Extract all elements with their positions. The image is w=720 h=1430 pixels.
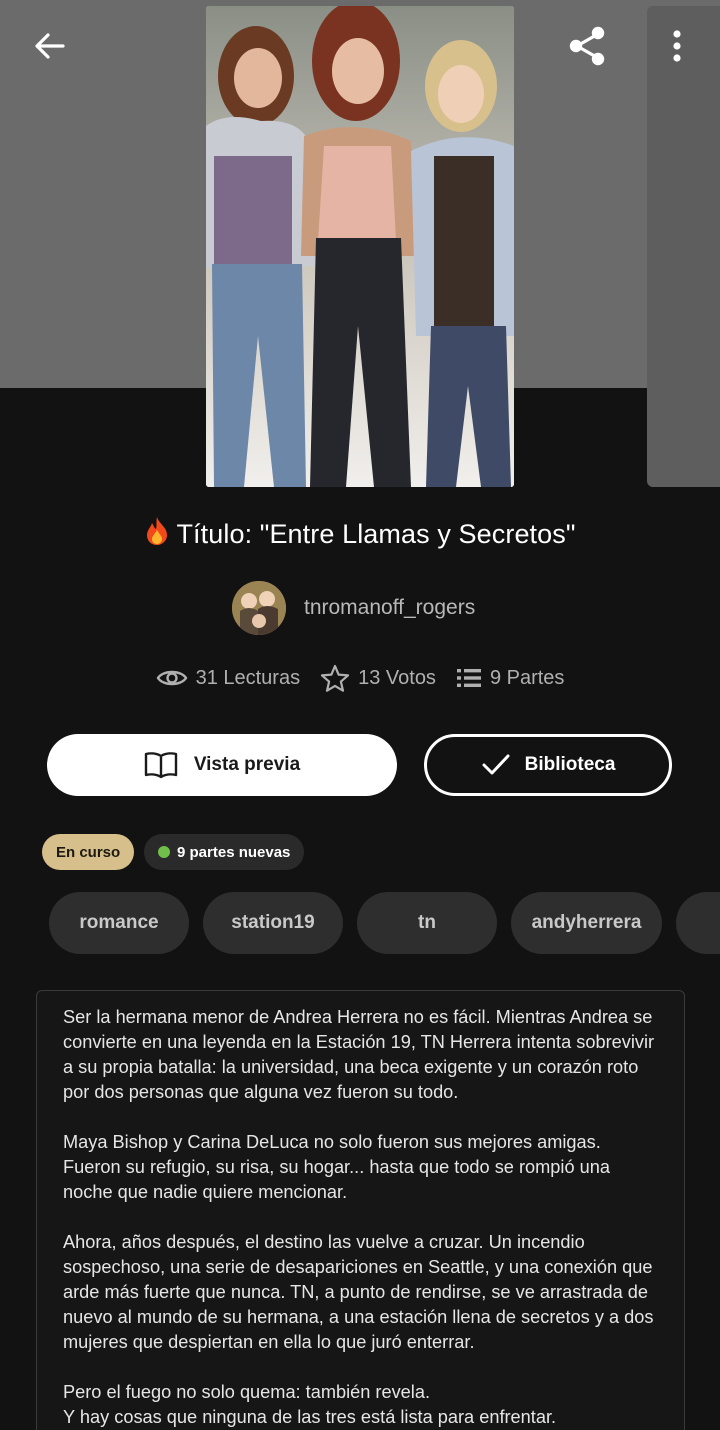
description-paragraph: Ahora, años después, el destino las vuel…	[63, 1232, 654, 1352]
status-badge: En curso	[42, 834, 135, 870]
arrow-left-icon	[35, 33, 65, 59]
description-paragraph: Pero el fuego no solo quema: también rev…	[63, 1382, 557, 1427]
star-icon	[320, 664, 350, 692]
tag-station19[interactable]: station19	[203, 892, 343, 954]
tag-list: romance station19 tn andyherrera	[0, 892, 720, 954]
parts-stat: 9 Partes	[456, 664, 564, 692]
check-icon	[482, 754, 510, 775]
reads-count: 31 Lecturas	[195, 666, 301, 689]
list-icon	[456, 669, 481, 687]
eye-icon	[156, 670, 187, 686]
share-button[interactable]	[560, 20, 614, 72]
parts-count: 9 Partes	[489, 666, 565, 689]
description-paragraph: Maya Bishop y Carina DeLuca no solo fuer…	[63, 1132, 610, 1202]
votes-stat: 13 Votos	[320, 664, 436, 692]
story-cover	[206, 6, 514, 487]
author-row[interactable]: tnromanoff_rogers	[232, 580, 475, 636]
votes-count: 13 Votos	[358, 666, 436, 689]
tag-andyherrera[interactable]: andyherrera	[511, 892, 662, 954]
new-indicator-dot	[158, 846, 170, 858]
story-stats: 31 Lecturas 13 Votos 9 Partes	[0, 664, 720, 692]
share-icon	[569, 26, 605, 66]
story-title: Título: "Entre Llamas y Secretos"	[0, 516, 720, 553]
more-options-button[interactable]	[654, 20, 700, 72]
fire-icon	[144, 516, 170, 553]
back-button[interactable]	[22, 22, 76, 70]
reads-stat: 31 Lecturas	[156, 664, 301, 692]
library-button[interactable]: Biblioteca	[424, 734, 672, 796]
preview-button[interactable]: Vista previa	[47, 734, 397, 796]
preview-button-label: Vista previa	[193, 754, 301, 775]
library-button-label: Biblioteca	[524, 754, 616, 775]
next-cover-peek[interactable]	[647, 6, 720, 487]
more-vertical-icon	[673, 30, 681, 62]
story-description: Ser la hermana menor de Andrea Herrera n…	[36, 990, 685, 1430]
description-paragraph: Ser la hermana menor de Andrea Herrera n…	[63, 1007, 655, 1102]
new-parts-label: 9 partes nuevas	[177, 843, 291, 861]
tag-romance[interactable]: romance	[49, 892, 189, 954]
tag-more[interactable]	[676, 892, 720, 954]
story-title-text: Título: "Entre Llamas y Secretos"	[176, 519, 576, 549]
book-open-icon	[144, 752, 178, 779]
author-name[interactable]: tnromanoff_rogers	[304, 596, 475, 620]
new-parts-badge: 9 partes nuevas	[144, 834, 305, 870]
tag-tn[interactable]: tn	[357, 892, 497, 954]
author-avatar[interactable]	[232, 581, 286, 635]
